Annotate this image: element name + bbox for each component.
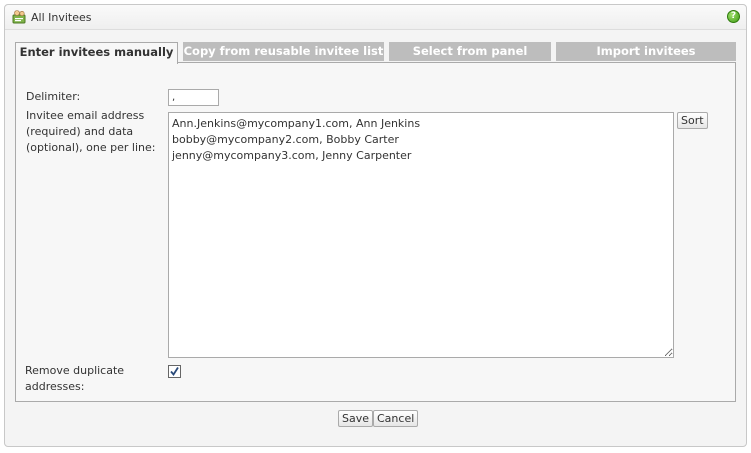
- remove-duplicates-label: Remove duplicate addresses:: [25, 363, 124, 395]
- tab-panel: Delimiter: Invitee email address (requir…: [15, 62, 736, 402]
- title-bar: All Invitees ?: [5, 5, 746, 30]
- emails-label-line: Invitee email address: [26, 109, 145, 122]
- emails-textarea[interactable]: [168, 112, 674, 358]
- tab-select-from-panel[interactable]: Select from panel: [389, 42, 551, 61]
- tab-enter-manually[interactable]: Enter invitees manually: [15, 42, 178, 64]
- help-icon[interactable]: ?: [727, 10, 740, 23]
- cancel-button[interactable]: Cancel: [373, 410, 419, 427]
- remove-duplicates-label-line: addresses:: [25, 380, 85, 393]
- invitees-icon: [11, 9, 27, 25]
- delimiter-label: Delimiter:: [26, 90, 81, 103]
- emails-label: Invitee email address (required) and dat…: [26, 108, 155, 156]
- tab-copy-reusable-list[interactable]: Copy from reusable invitee list: [183, 42, 384, 61]
- all-invitees-window: All Invitees ? Enter invitees manually C…: [4, 4, 747, 447]
- delimiter-input[interactable]: [168, 89, 219, 106]
- window-title: All Invitees: [31, 11, 92, 24]
- emails-label-line: (required) and data: [26, 125, 134, 138]
- tab-import-invitees[interactable]: Import invitees: [556, 42, 736, 61]
- remove-duplicates-checkbox[interactable]: [168, 365, 181, 378]
- save-button[interactable]: Save: [338, 410, 374, 427]
- sort-button[interactable]: Sort: [677, 112, 708, 129]
- checkmark-icon: [170, 367, 179, 377]
- emails-label-line: (optional), one per line:: [26, 141, 156, 154]
- remove-duplicates-label-line: Remove duplicate: [25, 364, 125, 377]
